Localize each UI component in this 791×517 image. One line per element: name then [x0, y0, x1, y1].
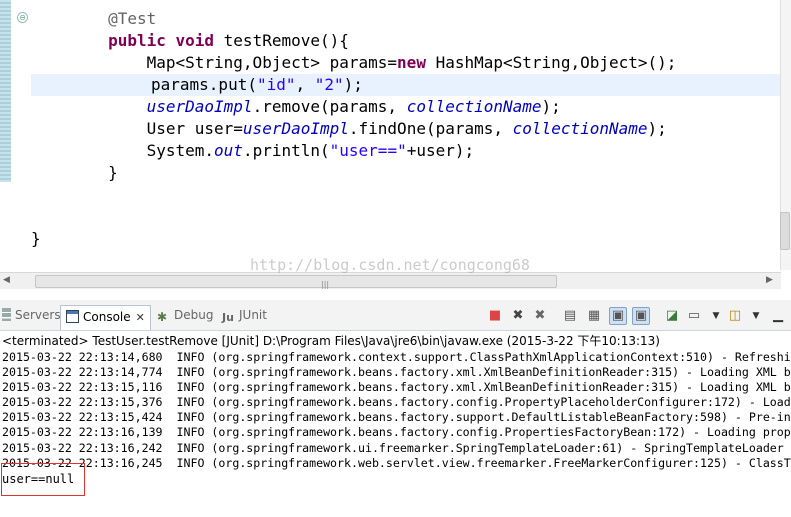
- log-line: 2015-03-22 22:13:16,139 INFO (org.spring…: [2, 425, 791, 440]
- tab-debug[interactable]: ✱ Debug: [157, 304, 213, 326]
- chevron-down-icon[interactable]: ▼: [708, 308, 724, 324]
- tab-junit[interactable]: Ju JUnit: [222, 304, 267, 326]
- debug-icon: ✱: [157, 310, 168, 324]
- code-token: @Test: [108, 9, 157, 28]
- code-token: );: [541, 97, 561, 116]
- code-line[interactable]: @Test: [0, 8, 781, 30]
- display-selected-console-icon[interactable]: ▭: [686, 308, 702, 324]
- code-area[interactable]: @Test public void testRemove(){ Map<Stri…: [0, 8, 781, 250]
- log-line: 2015-03-22 22:13:14,774 INFO (org.spring…: [2, 365, 791, 380]
- console-output[interactable]: 2015-03-22 22:13:14,680 INFO (org.spring…: [2, 350, 791, 471]
- code-line[interactable]: params.put("id", "2");: [31, 74, 781, 96]
- code-token: .remove(params,: [252, 97, 407, 116]
- code-token: public: [108, 31, 166, 50]
- terminate-icon[interactable]: ■: [487, 308, 503, 324]
- code-line-text: userDaoImpl.remove(params, collectionNam…: [31, 96, 561, 118]
- remove-launch-icon[interactable]: ✖: [510, 308, 526, 324]
- code-line-text: }: [31, 162, 118, 184]
- code-token: "2": [314, 75, 344, 94]
- log-line: 2015-03-22 22:13:15,116 INFO (org.spring…: [2, 380, 791, 395]
- code-line-text: @Test: [31, 8, 156, 30]
- scroll-right-icon[interactable]: ▶: [766, 275, 773, 285]
- log-line: 2015-03-22 22:13:16,242 INFO (org.spring…: [2, 440, 791, 455]
- code-token: params.put(: [151, 75, 257, 94]
- code-line[interactable]: }: [0, 162, 781, 184]
- servers-icon: [2, 308, 11, 321]
- horizontal-scroll-thumb[interactable]: |||: [35, 275, 557, 289]
- code-token: collectionName: [406, 97, 542, 116]
- scroll-left-icon[interactable]: ◀: [3, 275, 10, 285]
- code-token: out: [214, 141, 243, 160]
- log-line: 2015-03-22 22:13:15,376 INFO (org.spring…: [2, 395, 791, 410]
- code-editor[interactable]: ⊖ @Test public void testRemove(){ Map<St…: [0, 0, 791, 289]
- console-icon: [66, 310, 79, 323]
- code-token: HashMap<String,Object>();: [425, 53, 677, 72]
- code-line[interactable]: System.out.println("user=="+user);: [0, 140, 781, 162]
- code-token: Map<String,Object> params=: [146, 53, 398, 72]
- remove-all-terminated-icon[interactable]: ✖: [532, 308, 548, 324]
- code-token: .findOne(params,: [348, 119, 513, 138]
- close-icon[interactable]: ✕: [136, 311, 145, 324]
- log-line: 2015-03-22 22:13:16,245 INFO (org.spring…: [2, 455, 791, 470]
- code-token: userDaoImpl: [146, 97, 253, 116]
- launch-status: <terminated> TestUser.testRemove [JUnit]…: [2, 334, 660, 348]
- clear-console-icon[interactable]: ▤: [562, 308, 578, 324]
- vertical-scrollbar[interactable]: [780, 0, 791, 270]
- code-token: ,: [295, 75, 315, 94]
- open-console-icon[interactable]: ◫: [727, 308, 743, 324]
- code-line[interactable]: }: [0, 228, 781, 250]
- code-token: }: [31, 229, 41, 248]
- code-token: System.: [146, 141, 215, 160]
- log-line: 2015-03-22 22:13:14,680 INFO (org.spring…: [2, 350, 791, 364]
- code-token: );: [343, 75, 363, 94]
- show-on-stdout-icon[interactable]: ▣: [609, 307, 627, 325]
- code-token: userDaoImpl: [242, 119, 349, 138]
- code-line[interactable]: [0, 184, 781, 206]
- tab-servers[interactable]: Servers: [2, 304, 61, 326]
- code-token: .println(: [242, 141, 330, 160]
- tab-console[interactable]: Console ✕: [60, 305, 151, 330]
- console-view: Servers Console ✕ ✱ Debug Ju JUnit ■ ✖ ✖ ▤ …: [0, 300, 791, 517]
- show-on-stderr-icon[interactable]: ▣: [632, 307, 650, 325]
- junit-icon: Ju: [222, 311, 234, 324]
- horizontal-scrollbar[interactable]: ◀ ||| ▶: [0, 272, 781, 289]
- code-line-text: User user=userDaoImpl.findOne(params, co…: [31, 118, 667, 140]
- pin-console-icon[interactable]: ◪: [664, 308, 680, 324]
- code-line-text: params.put("id", "2");: [151, 74, 363, 96]
- code-token: "user==": [329, 141, 407, 160]
- code-token: void: [175, 31, 215, 50]
- chevron-down-icon[interactable]: ▼: [748, 308, 764, 324]
- code-token: +user);: [406, 141, 475, 160]
- code-token: User user=: [146, 119, 243, 138]
- code-line-text: System.out.println("user=="+user);: [31, 140, 475, 162]
- code-token: collectionName: [512, 119, 648, 138]
- console-result-line: user==null: [2, 472, 75, 486]
- code-line[interactable]: [0, 206, 781, 228]
- log-line: 2015-03-22 22:13:15,424 INFO (org.spring…: [2, 410, 791, 425]
- code-token: "id": [256, 75, 296, 94]
- code-token: }: [108, 163, 118, 182]
- grip-icon: |||: [321, 280, 330, 289]
- code-token: testRemove(){: [214, 31, 349, 50]
- code-line-text: Map<String,Object> params=new HashMap<St…: [31, 52, 677, 74]
- view-tab-bar: Servers Console ✕ ✱ Debug Ju JUnit ■ ✖ ✖ ▤ …: [0, 300, 791, 331]
- watermark: http://blog.csdn.net/congcong68: [250, 256, 530, 274]
- code-line-text: public void testRemove(){: [31, 30, 349, 52]
- code-line[interactable]: public void testRemove(){: [0, 30, 781, 52]
- code-line[interactable]: userDaoImpl.remove(params, collectionNam…: [0, 96, 781, 118]
- minimize-icon[interactable]: ▁: [770, 308, 786, 324]
- code-token: );: [647, 119, 667, 138]
- code-line[interactable]: User user=userDaoImpl.findOne(params, co…: [0, 118, 781, 140]
- code-line-text: }: [31, 228, 41, 250]
- vertical-scroll-thumb[interactable]: [780, 212, 790, 250]
- scroll-lock-icon[interactable]: ▦: [586, 308, 602, 324]
- code-token: new: [397, 53, 426, 72]
- code-line[interactable]: Map<String,Object> params=new HashMap<St…: [0, 52, 781, 74]
